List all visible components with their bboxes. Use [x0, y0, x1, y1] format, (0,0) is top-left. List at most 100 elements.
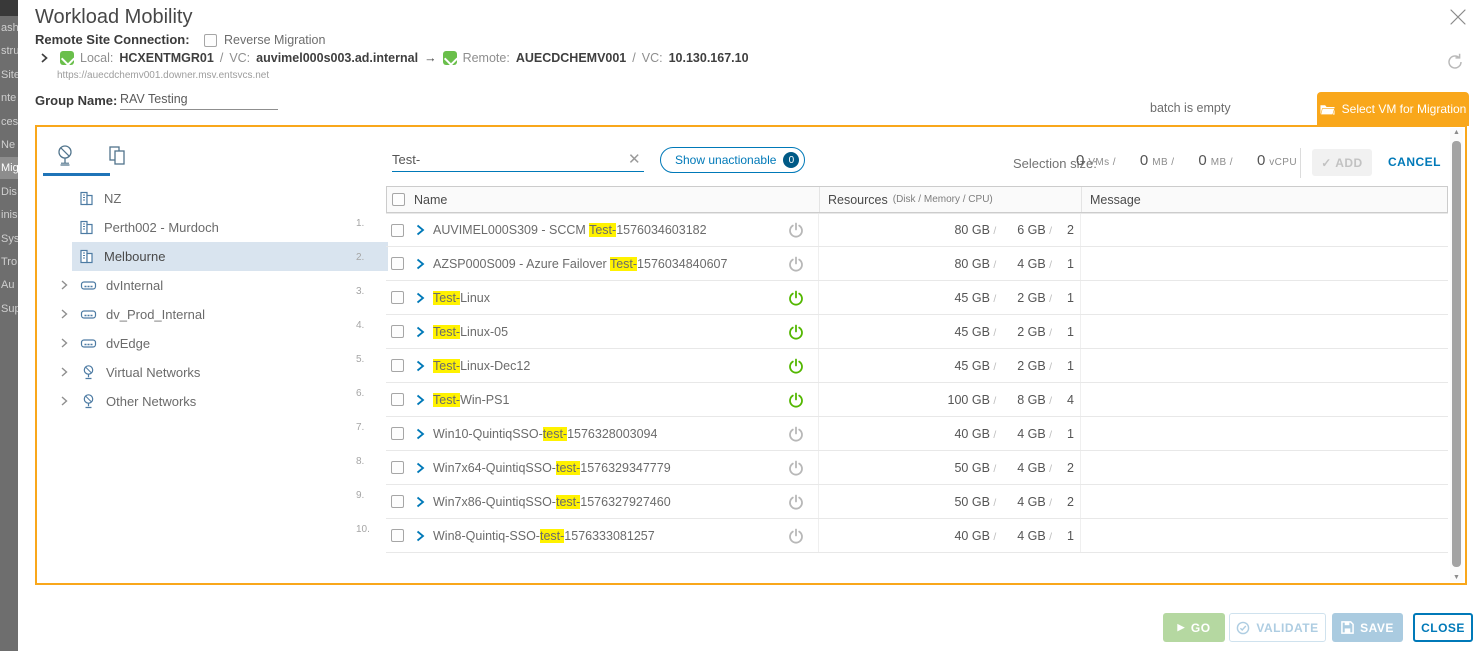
chevron-right-icon[interactable]	[58, 308, 72, 322]
tree-item-nz[interactable]: NZ	[72, 184, 388, 213]
row-checkbox[interactable]	[391, 291, 404, 304]
tab-vm-view[interactable]	[104, 143, 130, 169]
selection-metrics: 0VMs /0MB /0MB /0vCPU	[1076, 152, 1297, 169]
row-checkbox[interactable]	[391, 257, 404, 270]
expand-chevron-icon[interactable]	[414, 530, 426, 542]
vm-name[interactable]: Test-Linux-05	[433, 325, 508, 339]
local-vc-name: auvimel000s003.ad.internal	[256, 51, 418, 65]
chevron-right-icon[interactable]	[58, 279, 72, 293]
search-input[interactable]	[392, 148, 644, 172]
select-all-checkbox[interactable]	[392, 193, 405, 206]
row-checkbox[interactable]	[391, 427, 404, 440]
vm-stack-icon	[106, 144, 128, 168]
message-cell	[1080, 349, 1446, 382]
reverse-migration-checkbox[interactable]	[204, 34, 217, 47]
row-checkbox[interactable]	[391, 359, 404, 372]
scroll-down-icon[interactable]: ▼	[1450, 574, 1463, 581]
tree-item-melbourne[interactable]: Melbourne	[72, 242, 388, 271]
validate-button[interactable]: VALIDATE	[1229, 613, 1326, 642]
search-clear-icon[interactable]: ✕	[628, 150, 641, 168]
sidebar-item-fragment[interactable]: nte	[0, 87, 18, 109]
vm-name[interactable]: Win10-QuintiqSSO-test-1576328003094	[433, 427, 657, 441]
tree-item-dvedge[interactable]: dvEdge	[42, 329, 388, 358]
vm-name[interactable]: Test-Linux	[433, 291, 490, 305]
scroll-up-icon[interactable]: ▲	[1450, 129, 1463, 136]
column-header-resources-sub: (Disk / Memory / CPU)	[893, 194, 993, 205]
table-row: 3.Test-Linux45 GB /2 GB /1	[356, 281, 1448, 315]
row-index: 8.	[356, 451, 386, 485]
row-checkbox[interactable]	[391, 529, 404, 542]
sidebar-item-fragment[interactable]: Sys	[0, 228, 18, 250]
switch-icon	[80, 335, 97, 352]
site-connection-row[interactable]: Local: HCXENTMGR01 / VC: auvimel000s003.…	[38, 51, 749, 65]
vm-name[interactable]: AZSP000S009 - Azure Failover Test-157603…	[433, 257, 727, 271]
vm-name[interactable]: Win8-Quintiq-SSO-test-1576333081257	[433, 529, 655, 543]
tree-item-dv-prod-internal[interactable]: dv_Prod_Internal	[42, 300, 388, 329]
close-button[interactable]: CLOSE	[1413, 613, 1473, 642]
expand-chevron-icon[interactable]	[414, 326, 426, 338]
sidebar-item-fragment[interactable]: Tro	[0, 251, 18, 273]
sidebar-item-fragment[interactable]: Site	[0, 64, 18, 86]
vm-name[interactable]: Win7x64-QuintiqSSO-test-1576329347779	[433, 461, 671, 475]
tree-item-perth002-murdoch[interactable]: Perth002 - Murdoch	[72, 213, 388, 242]
expand-chevron-icon[interactable]	[414, 428, 426, 440]
close-icon[interactable]	[1447, 6, 1469, 28]
chevron-right-icon[interactable]	[58, 366, 72, 380]
save-button[interactable]: SAVE	[1332, 613, 1403, 642]
sidebar-item-fragment[interactable]: ash	[0, 17, 18, 39]
sidebar-item-fragment[interactable]: Mig	[0, 157, 18, 179]
vm-name[interactable]: Test-Win-PS1	[433, 393, 509, 407]
row-checkbox[interactable]	[391, 325, 404, 338]
tab-select-vm-for-migration[interactable]: Select VM for Migration	[1317, 92, 1469, 126]
expand-chevron-icon[interactable]	[414, 292, 426, 304]
power-state-icon	[788, 528, 804, 544]
row-checkbox[interactable]	[391, 393, 404, 406]
expand-chevron-icon[interactable]	[414, 360, 426, 372]
tree-item-virtual-networks[interactable]: Virtual Networks	[42, 358, 388, 387]
chevron-right-icon[interactable]	[58, 395, 72, 409]
remote-site-url: https://auecdchemv001.downer.msv.entsvcs…	[57, 70, 269, 81]
cancel-button[interactable]: CANCEL	[1388, 155, 1441, 169]
validate-label: VALIDATE	[1256, 621, 1318, 635]
row-index: 10.	[356, 519, 386, 553]
chevron-right-icon[interactable]	[38, 52, 50, 64]
vm-name[interactable]: AUVIMEL000S309 - SCCM Test-1576034603182	[433, 223, 707, 237]
tree-item-label: Virtual Networks	[106, 365, 200, 380]
resources-cell: 45 GB /2 GB /1	[818, 315, 1080, 348]
row-checkbox[interactable]	[391, 495, 404, 508]
tree-item-other-networks[interactable]: Other Networks	[42, 387, 388, 416]
tab-network-view[interactable]	[52, 143, 78, 169]
sidebar-item-fragment[interactable]: Sup	[0, 298, 18, 320]
expand-chevron-icon[interactable]	[414, 496, 426, 508]
vertical-scrollbar[interactable]: ▲ ▼	[1450, 128, 1463, 582]
expand-chevron-icon[interactable]	[414, 224, 426, 236]
show-unactionable-button[interactable]: Show unactionable 0	[660, 147, 805, 173]
local-label: Local:	[80, 51, 113, 65]
sidebar-item-fragment[interactable]: ces	[0, 111, 18, 133]
go-button[interactable]: ▶GO	[1163, 613, 1225, 642]
chevron-right-icon[interactable]	[58, 337, 72, 351]
expand-chevron-icon[interactable]	[414, 462, 426, 474]
add-button[interactable]: ✓ ADD	[1312, 149, 1372, 176]
vm-name[interactable]: Test-Linux-Dec12	[433, 359, 530, 373]
sidebar-item-fragment[interactable]: Ne	[0, 134, 18, 156]
validate-check-icon	[1236, 621, 1250, 635]
reverse-migration-label: Reverse Migration	[224, 33, 325, 47]
sidebar-item-fragment[interactable]: inis	[0, 204, 18, 226]
scrollbar-thumb[interactable]	[1452, 141, 1461, 567]
refresh-icon[interactable]	[1445, 52, 1465, 72]
message-cell	[1080, 214, 1446, 246]
tree-item-dvinternal[interactable]: dvInternal	[42, 271, 388, 300]
expand-chevron-icon[interactable]	[414, 394, 426, 406]
vm-name[interactable]: Win7x86-QuintiqSSO-test-1576327927460	[433, 495, 671, 509]
expand-chevron-icon[interactable]	[414, 258, 426, 270]
row-checkbox[interactable]	[391, 224, 404, 237]
selection-metric: 0MB /	[1140, 152, 1175, 169]
row-checkbox[interactable]	[391, 461, 404, 474]
sidebar-item-fragment[interactable]: stru	[0, 40, 18, 62]
sidebar-item-fragment[interactable]: Dis	[0, 181, 18, 203]
power-state-icon	[788, 494, 804, 510]
group-name-input[interactable]	[120, 88, 278, 110]
sidebar-item-fragment[interactable]: Au	[0, 274, 18, 296]
remote-vc-ip: 10.130.167.10	[669, 51, 749, 65]
